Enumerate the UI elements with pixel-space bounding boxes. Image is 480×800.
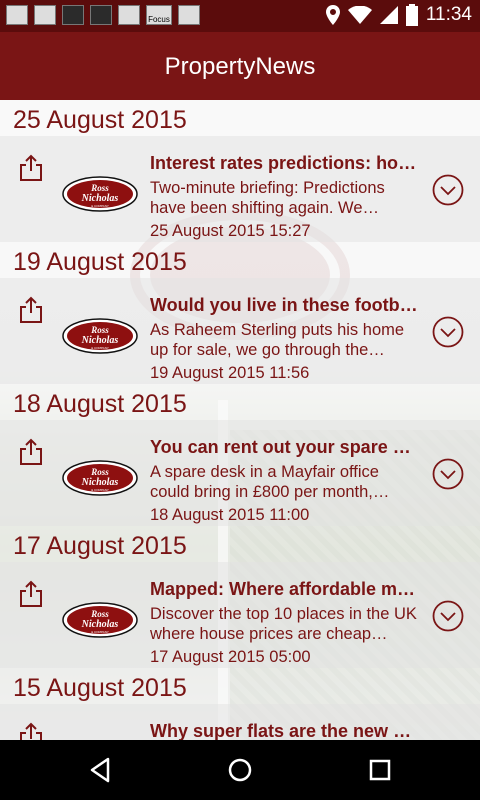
download-icon bbox=[118, 5, 140, 25]
ross-nicholas-logo: Ross Nicholas & COMPANY bbox=[62, 460, 138, 496]
news-title[interactable]: Would you live in these football homes? bbox=[150, 295, 420, 316]
expand-chevron-icon[interactable] bbox=[432, 458, 464, 490]
news-item[interactable]: Ross Nicholas & COMPANY Would you live i… bbox=[0, 278, 480, 384]
focus-app-icon: Focus bbox=[146, 5, 172, 25]
date-header: 19 August 2015 bbox=[0, 242, 480, 278]
ross-nicholas-logo: Ross Nicholas & COMPANY bbox=[62, 176, 138, 212]
news-timestamp: 19 August 2015 11:56 bbox=[150, 364, 310, 382]
app-bar: PropertyNews bbox=[0, 32, 480, 100]
notification-icons: Focus bbox=[6, 5, 200, 25]
date-header: 17 August 2015 bbox=[0, 526, 480, 562]
share-icon[interactable] bbox=[18, 296, 44, 324]
expand-chevron-icon[interactable] bbox=[432, 174, 464, 206]
ross-nicholas-logo: Ross Nicholas & COMPANY bbox=[62, 602, 138, 638]
svg-text:& COMPANY: & COMPANY bbox=[91, 630, 109, 634]
app-icon bbox=[34, 5, 56, 25]
news-title[interactable]: Why super flats are the new mansions bbox=[150, 721, 420, 740]
svg-text:& COMPANY: & COMPANY bbox=[91, 346, 109, 350]
share-icon[interactable] bbox=[18, 580, 44, 608]
news-summary: A spare desk in a Mayfair office could b… bbox=[150, 463, 390, 501]
news-list[interactable]: 25 August 2015 Ross Nicholas & COMPANY I… bbox=[0, 100, 480, 740]
svg-text:Ross: Ross bbox=[90, 467, 109, 477]
home-icon[interactable] bbox=[226, 756, 254, 784]
news-title[interactable]: You can rent out your spare office desk bbox=[150, 437, 420, 458]
news-item[interactable]: Ross Nicholas & COMPANY Mapped: Where af… bbox=[0, 562, 480, 668]
share-icon[interactable] bbox=[18, 722, 44, 740]
ross-nicholas-logo: Ross Nicholas & COMPANY bbox=[62, 318, 138, 354]
navigation-bar bbox=[0, 740, 480, 800]
news-timestamp: 17 August 2015 05:00 bbox=[150, 648, 311, 666]
news-item[interactable]: Ross Nicholas & COMPANY Why super flats … bbox=[0, 704, 480, 740]
news-summary: Two-minute briefing: Predictions have be… bbox=[150, 179, 385, 217]
svg-text:Nicholas: Nicholas bbox=[81, 335, 119, 346]
gallery-icon bbox=[6, 5, 28, 25]
expand-chevron-icon[interactable] bbox=[432, 600, 464, 632]
expand-chevron-icon[interactable] bbox=[432, 316, 464, 348]
news-title[interactable]: Mapped: Where affordable mega homes are bbox=[150, 579, 420, 600]
signal-icon bbox=[379, 6, 398, 24]
battery-icon bbox=[405, 4, 418, 26]
briefcase-icon bbox=[178, 5, 200, 25]
news-item[interactable]: Ross Nicholas & COMPANY Interest rates p… bbox=[0, 136, 480, 242]
date-header: 18 August 2015 bbox=[0, 384, 480, 420]
svg-text:Ross: Ross bbox=[90, 609, 109, 619]
news-summary: Discover the top 10 places in the UK whe… bbox=[150, 605, 417, 643]
share-icon[interactable] bbox=[18, 438, 44, 466]
svg-text:Nicholas: Nicholas bbox=[81, 619, 119, 630]
date-section: 18 August 2015 Ross Nicholas & COMPANY Y… bbox=[0, 384, 480, 526]
app-icon bbox=[90, 5, 112, 25]
svg-text:Ross: Ross bbox=[90, 325, 109, 335]
date-section: 15 August 2015 Ross Nicholas & COMPANY W… bbox=[0, 668, 480, 740]
status-bar: Focus 11:34 bbox=[0, 0, 480, 32]
svg-text:Nicholas: Nicholas bbox=[81, 193, 119, 204]
date-header: 25 August 2015 bbox=[0, 100, 480, 136]
news-summary: As Raheem Sterling puts his home up for … bbox=[150, 321, 405, 359]
news-timestamp: 25 August 2015 15:27 bbox=[150, 222, 311, 240]
svg-text:& COMPANY: & COMPANY bbox=[91, 488, 109, 492]
app-icon bbox=[62, 5, 84, 25]
back-icon[interactable] bbox=[86, 756, 114, 784]
svg-text:& COMPANY: & COMPANY bbox=[91, 204, 109, 208]
svg-text:Ross: Ross bbox=[90, 183, 109, 193]
news-title[interactable]: Interest rates predictions: how will the… bbox=[150, 153, 420, 174]
app-title: PropertyNews bbox=[164, 53, 316, 80]
news-timestamp: 18 August 2015 11:00 bbox=[150, 506, 310, 524]
svg-text:Nicholas: Nicholas bbox=[81, 477, 119, 488]
news-item[interactable]: Ross Nicholas & COMPANY You can rent out… bbox=[0, 420, 480, 526]
clock: 11:34 bbox=[425, 4, 472, 25]
date-header: 15 August 2015 bbox=[0, 668, 480, 704]
share-icon[interactable] bbox=[18, 154, 44, 182]
wifi-icon bbox=[347, 6, 372, 24]
date-section: 25 August 2015 Ross Nicholas & COMPANY I… bbox=[0, 100, 480, 242]
location-icon bbox=[325, 5, 340, 25]
date-section: 19 August 2015 Ross Nicholas & COMPANY W… bbox=[0, 242, 480, 384]
recents-icon[interactable] bbox=[366, 756, 394, 784]
date-section: 17 August 2015 Ross Nicholas & COMPANY M… bbox=[0, 526, 480, 668]
